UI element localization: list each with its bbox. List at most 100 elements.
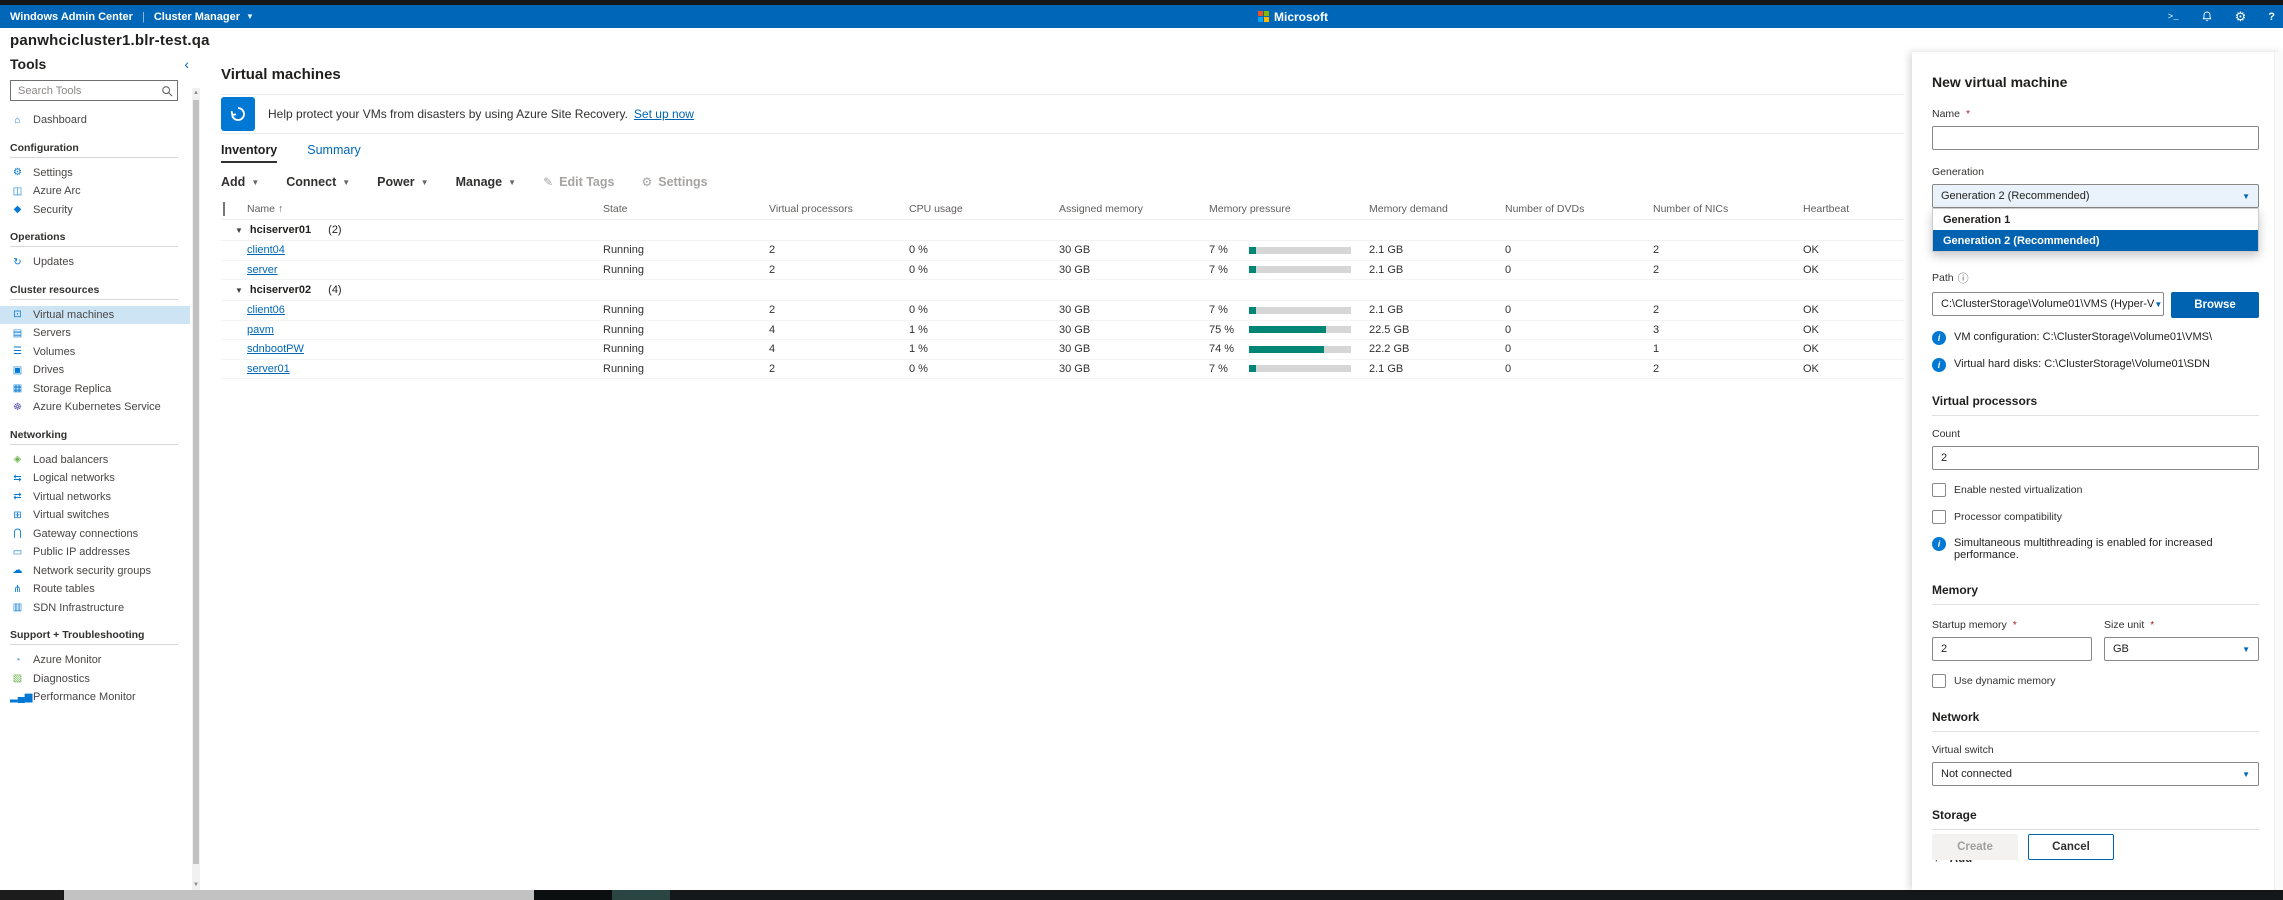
option-generation-2[interactable]: Generation 2 (Recommended) <box>1933 230 2258 251</box>
vm-link[interactable]: client04 <box>247 244 285 256</box>
sidebar-item-virtual-networks[interactable]: ⇄ Virtual networks <box>0 488 203 507</box>
dynamic-memory-checkbox[interactable]: Use dynamic memory <box>1932 674 2259 688</box>
group-row-hciserver01[interactable]: ▼ hciserver01 (2) <box>221 220 1904 241</box>
top-app-bar: Windows Admin Center | Cluster Manager ▼… <box>0 5 2283 28</box>
table-row[interactable]: client04 Running 2 0 % 30 GB 7 % 2.1 GB … <box>221 241 1904 261</box>
sidebar-item-updates[interactable]: ↻ Updates <box>0 253 203 272</box>
new-vm-panel: New virtual machine Name Generation Gene… <box>1912 52 2283 890</box>
table-row[interactable]: server01 Running 2 0 % 30 GB 7 % 2.1 GB … <box>221 360 1904 380</box>
cancel-button[interactable]: Cancel <box>2028 834 2114 860</box>
sidebar-item-virtual-machines[interactable]: ⊡ Virtual machines <box>0 306 190 325</box>
vm-tabs: Inventory Summary <box>221 143 1912 163</box>
taskbar-segment <box>612 890 670 900</box>
tab-summary[interactable]: Summary <box>307 143 360 163</box>
option-generation-1[interactable]: Generation 1 <box>1933 209 2258 230</box>
powershell-icon[interactable]: >_ <box>2168 12 2179 22</box>
group-row-hciserver02[interactable]: ▼ hciserver02 (4) <box>221 280 1904 301</box>
startup-memory-input[interactable] <box>1932 637 2092 661</box>
add-button[interactable]: Add▼ <box>221 175 259 189</box>
section-cluster-resources: Cluster resources <box>10 284 203 296</box>
memory-pressure-bar <box>1249 365 1351 372</box>
help-icon[interactable]: ? <box>2268 11 2275 23</box>
sidebar-item-virtual-switches[interactable]: ⊞ Virtual switches <box>0 506 203 525</box>
nested-virtualization-checkbox[interactable]: Enable nested virtualization <box>1932 483 2259 497</box>
page-title: Virtual machines <box>221 66 1912 83</box>
connect-button[interactable]: Connect▼ <box>286 175 350 189</box>
table-row[interactable]: sdnbootPW Running 4 1 % 30 GB 74 % 22.2 … <box>221 340 1904 360</box>
scrollbar-thumb[interactable] <box>193 100 199 864</box>
tools-heading: Tools <box>10 56 46 72</box>
divider <box>10 299 178 300</box>
select-all-checkbox[interactable] <box>223 202 225 216</box>
virtual-machines-icon: ⊡ <box>10 309 25 320</box>
sidebar-item-diagnostics[interactable]: ▧ Diagnostics <box>0 670 203 689</box>
sidebar-item-aks[interactable]: ☸ Azure Kubernetes Service <box>0 398 203 417</box>
sidebar-item-public-ip[interactable]: ▭ Public IP addresses <box>0 543 203 562</box>
vm-link[interactable]: sdnbootPW <box>247 343 304 355</box>
count-label: Count <box>1932 428 2259 440</box>
vm-name-input[interactable] <box>1932 126 2259 150</box>
virtual-switch-select[interactable]: Not connected ▼ <box>1932 762 2259 786</box>
generation-select[interactable]: Generation 2 (Recommended) ▼ <box>1932 184 2259 208</box>
sidebar-item-settings[interactable]: ⚙ Settings <box>0 164 203 183</box>
azure-monitor-icon: ◔ <box>10 655 25 666</box>
smt-info: Simultaneous multithreading is enabled f… <box>1954 537 2259 561</box>
sidebar-item-load-balancers[interactable]: ◈ Load balancers <box>0 451 203 470</box>
sidebar-item-storage-replica[interactable]: ▦ Storage Replica <box>0 380 203 399</box>
sidebar-item-security[interactable]: ◆ Security <box>0 201 203 220</box>
power-button[interactable]: Power▼ <box>377 175 428 189</box>
sidebar-item-azure-monitor[interactable]: ◔ Azure Monitor <box>0 651 203 670</box>
create-button[interactable]: Create <box>1932 834 2018 860</box>
virtual-processors-section: Virtual processors <box>1932 394 2259 408</box>
sidebar-item-sdn-infrastructure[interactable]: ▥ SDN Infrastructure <box>0 599 203 618</box>
gear-icon: ⚙ <box>641 175 652 189</box>
scroll-down-icon[interactable]: ▼ <box>192 880 200 890</box>
sidebar-item-performance-monitor[interactable]: ▂▄▆ Performance Monitor <box>0 688 203 707</box>
collapse-sidebar-icon[interactable]: ‹ <box>184 56 189 72</box>
processor-compatibility-checkbox[interactable]: Processor compatibility <box>1932 510 2259 524</box>
shield-icon: ◆ <box>10 204 25 215</box>
vm-link[interactable]: server <box>247 264 278 276</box>
sidebar-item-azure-arc[interactable]: ◫ Azure Arc <box>0 182 203 201</box>
hscrollbar-thumb[interactable] <box>64 890 534 900</box>
section-support: Support + Troubleshooting <box>10 629 203 641</box>
vm-link[interactable]: pavm <box>247 324 274 336</box>
chevron-down-icon: ▼ <box>246 12 254 21</box>
sidebar-item-drives[interactable]: ▣ Drives <box>0 361 203 380</box>
sdn-infrastructure-icon: ▥ <box>10 602 25 613</box>
sidebar-item-nsg[interactable]: ☁ Network security groups <box>0 562 203 581</box>
vm-link[interactable]: server01 <box>247 363 290 375</box>
sidebar-item-route-tables[interactable]: ⋔ Route tables <box>0 580 203 599</box>
size-unit-select[interactable]: GB ▼ <box>2104 637 2259 661</box>
panel-scrollbar[interactable] <box>2274 52 2283 890</box>
set-up-now-link[interactable]: Set up now <box>634 107 694 121</box>
table-row[interactable]: server Running 2 0 % 30 GB 7 % 2.1 GB 0 … <box>221 261 1904 281</box>
table-row[interactable]: pavm Running 4 1 % 30 GB 75 % 22.5 GB 0 … <box>221 321 1904 341</box>
sidebar-item-logical-networks[interactable]: ⇆ Logical networks <box>0 469 203 488</box>
settings-gear-icon[interactable]: ⚙ <box>2235 9 2247 25</box>
browse-button[interactable]: Browse <box>2171 292 2259 318</box>
virtual-switches-icon: ⊞ <box>10 510 25 521</box>
sidebar-item-dashboard[interactable]: ⌂ Dashboard <box>0 111 203 130</box>
search-tools-input[interactable] <box>10 80 178 101</box>
notifications-icon[interactable] <box>2201 10 2213 23</box>
solution-switcher[interactable]: Cluster Manager <box>154 11 240 23</box>
scroll-up-icon[interactable]: ▲ <box>192 88 200 98</box>
search-icon <box>161 84 173 102</box>
sidebar-item-servers[interactable]: ▤ Servers <box>0 324 203 343</box>
tab-inventory[interactable]: Inventory <box>221 143 277 163</box>
taskbar-strip <box>0 890 2283 900</box>
sidebar-item-gateway-connections[interactable]: ⋂ Gateway connections <box>0 525 203 544</box>
edit-tags-button[interactable]: ✎Edit Tags <box>543 175 614 189</box>
taskbar-segment <box>0 890 62 900</box>
settings-button[interactable]: ⚙Settings <box>641 175 707 189</box>
gateway-connections-icon: ⋂ <box>10 528 25 539</box>
sidebar-scrollbar[interactable]: ▲ ▼ <box>192 88 200 890</box>
virtual-networks-icon: ⇄ <box>10 491 25 502</box>
vproc-count-input[interactable] <box>1932 446 2259 470</box>
path-select[interactable]: C:\ClusterStorage\Volume01\VMS (Hyper-V … <box>1932 292 2164 316</box>
manage-button[interactable]: Manage▼ <box>456 175 516 189</box>
vm-link[interactable]: client06 <box>247 304 285 316</box>
table-row[interactable]: client06 Running 2 0 % 30 GB 7 % 2.1 GB … <box>221 301 1904 321</box>
sidebar-item-volumes[interactable]: ☰ Volumes <box>0 343 203 362</box>
